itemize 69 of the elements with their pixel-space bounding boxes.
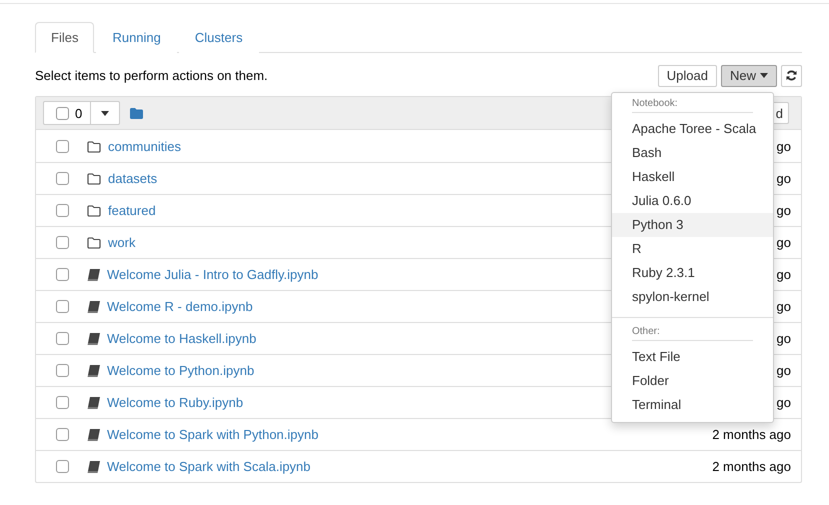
checkbox[interactable]: [56, 106, 69, 120]
file-link[interactable]: Welcome to Spark with Python.ipynb: [107, 427, 318, 442]
checkbox[interactable]: [56, 236, 69, 249]
file-link[interactable]: Welcome R - demo.ipynb: [107, 299, 253, 314]
book-icon: [87, 268, 100, 280]
menu-item[interactable]: Apache Toree - Scala: [612, 116, 773, 140]
modified-time: go: [776, 235, 791, 250]
modified-time: go: [776, 171, 791, 186]
checkbox[interactable]: [56, 396, 69, 409]
menu-item[interactable]: spylon-kernel: [612, 284, 773, 308]
file-link[interactable]: communities: [108, 139, 181, 154]
book-icon: [87, 364, 100, 376]
menu-heading: Notebook:: [632, 98, 753, 112]
folder-icon: [87, 204, 101, 216]
select-all-control[interactable]: 0: [43, 101, 120, 125]
modified-time: go: [776, 395, 791, 410]
book-icon: [87, 332, 100, 344]
refresh-button[interactable]: [781, 64, 802, 86]
new-button[interactable]: New: [720, 64, 777, 86]
modified-time: go: [776, 299, 791, 314]
menu-item[interactable]: Julia 0.6.0: [612, 188, 773, 212]
menu-item[interactable]: Haskell: [612, 164, 773, 188]
modified-time: 2 months ago: [712, 427, 791, 442]
file-link[interactable]: Welcome to Spark with Scala.ipynb: [107, 459, 311, 474]
refresh-icon: [786, 70, 797, 81]
book-icon: [87, 396, 100, 408]
menu-item[interactable]: Python 3: [612, 212, 773, 236]
folder-icon: [87, 236, 101, 248]
folder-icon: [87, 140, 101, 152]
selected-count: 0: [75, 106, 82, 120]
tab[interactable]: Files: [35, 22, 94, 53]
folder-icon[interactable]: [130, 108, 144, 118]
upload-button[interactable]: Upload: [658, 64, 717, 86]
checkbox[interactable]: [56, 140, 69, 153]
menu-item[interactable]: Terminal: [612, 392, 773, 416]
caret-icon: [760, 73, 768, 78]
file-link[interactable]: work: [108, 235, 136, 250]
menu-item[interactable]: Folder: [612, 368, 773, 392]
menu-item[interactable]: Ruby 2.3.1: [612, 260, 773, 284]
menu-item[interactable]: Bash: [612, 140, 773, 164]
checkbox[interactable]: [56, 300, 69, 313]
checkbox[interactable]: [56, 332, 69, 345]
modified-time: 2 months ago: [712, 459, 791, 474]
modified-time: go: [776, 267, 791, 282]
file-link[interactable]: Welcome to Ruby.ipynb: [107, 395, 244, 410]
book-icon: [87, 460, 100, 472]
menu-heading: Other:: [632, 326, 753, 340]
checkbox[interactable]: [56, 204, 69, 217]
modified-time: go: [776, 363, 791, 378]
modified-time: go: [776, 139, 791, 154]
checkbox[interactable]: [56, 460, 69, 473]
book-icon: [87, 300, 100, 312]
instruction-text: Select items to perform actions on them.: [35, 68, 268, 83]
book-icon: [87, 428, 100, 440]
checkbox[interactable]: [56, 364, 69, 377]
menu-item[interactable]: Text File: [612, 344, 773, 368]
file-link[interactable]: Welcome to Haskell.ipynb: [107, 331, 256, 346]
file-link[interactable]: Welcome Julia - Intro to Gadfly.ipynb: [107, 267, 318, 282]
checkbox[interactable]: [56, 268, 69, 281]
file-link[interactable]: datasets: [108, 171, 158, 186]
file-link[interactable]: Welcome to Python.ipynb: [107, 363, 254, 378]
modified-time: go: [776, 203, 791, 218]
checkbox[interactable]: [56, 172, 69, 185]
file-link[interactable]: featured: [108, 203, 156, 218]
checkbox[interactable]: [56, 428, 69, 441]
menu-item[interactable]: R: [612, 236, 773, 260]
caret-icon: [101, 110, 110, 116]
folder-icon: [87, 172, 101, 184]
modified-time: go: [776, 331, 791, 346]
